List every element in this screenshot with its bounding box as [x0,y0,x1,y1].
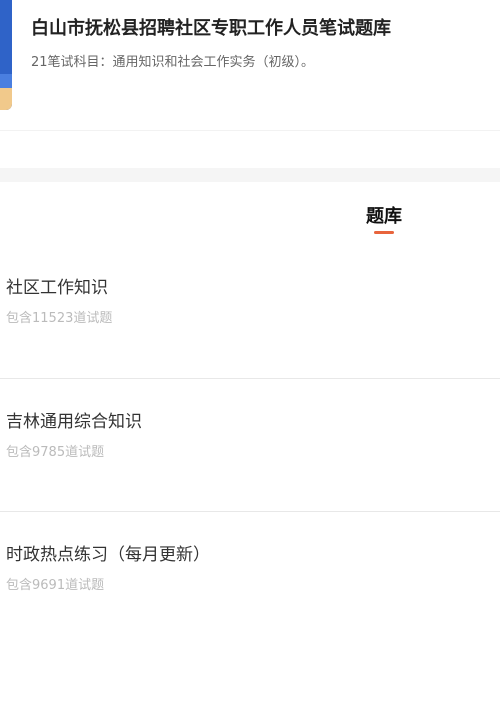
question-bank-count: 包含11523道试题 [6,311,113,326]
question-bank-count: 包含9785道试题 [6,445,105,460]
section-separator [0,168,500,182]
question-bank-item[interactable]: 社区工作知识 包含11523道试题 [0,273,500,333]
active-tab-indicator [374,231,394,234]
question-bank-item[interactable]: 吉林通用综合知识 包含9785道试题 [0,407,500,467]
course-title: 白山市抚松县招聘社区专职工作人员笔试题库 [31,18,391,39]
course-cover-image[interactable] [0,0,12,110]
question-bank-name: 社区工作知识 [6,278,108,298]
cover-decoration-band [0,88,12,110]
list-divider [0,511,500,512]
question-bank-count: 包含9691道试题 [6,578,105,593]
list-divider [0,378,500,379]
question-bank-name: 吉林通用综合知识 [6,412,142,432]
tab-bar: 题库 [0,182,500,240]
question-bank-name: 时政热点练习（每月更新） [6,545,210,565]
cover-decoration [0,74,12,88]
question-bank-item[interactable]: 时政热点练习（每月更新） 包含9691道试题 [0,540,500,600]
tab-question-bank[interactable]: 题库 [352,202,416,228]
course-header: 白山市抚松县招聘社区专职工作人员笔试题库 21笔试科目：通用知识和社会工作实务（… [0,0,500,131]
course-subtitle: 21笔试科目：通用知识和社会工作实务（初级）。 [31,55,315,70]
